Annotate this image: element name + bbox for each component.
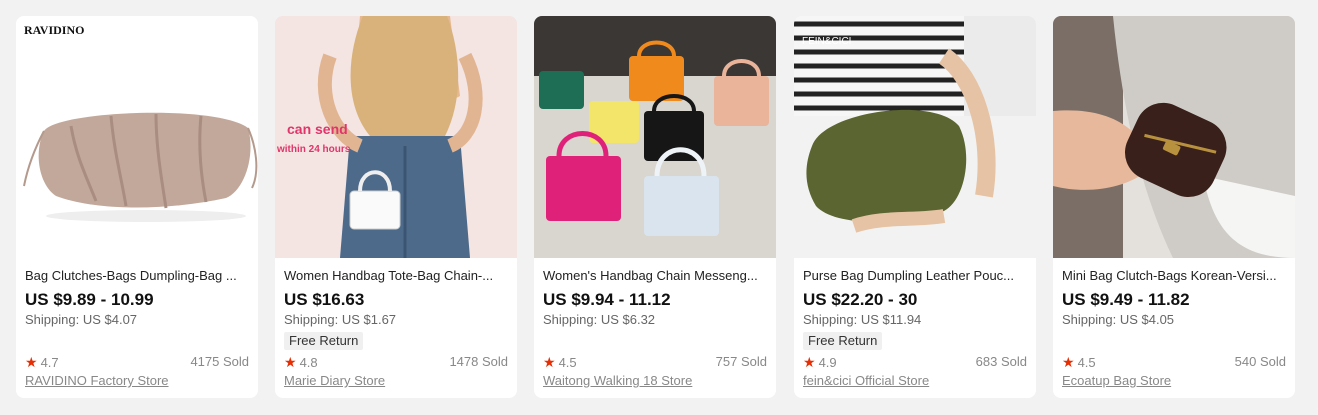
star-icon: ★ — [803, 354, 816, 370]
product-card[interactable]: can send within 24 hours Women Handbag T… — [275, 16, 517, 398]
product-title[interactable]: Purse Bag Dumpling Leather Pouc... — [803, 268, 1027, 284]
product-image[interactable] — [1053, 16, 1295, 258]
free-return-badge: Free Return — [803, 332, 883, 350]
star-icon: ★ — [1062, 354, 1075, 370]
product-image[interactable] — [534, 16, 776, 258]
product-price: US $9.49 - 11.82 — [1062, 290, 1190, 309]
product-price: US $9.89 - 10.99 — [25, 290, 154, 309]
product-card[interactable]: Women's Handbag Chain Messeng... US $9.9… — [534, 16, 776, 398]
free-return-badge: Free Return — [284, 332, 364, 350]
product-rating: ★ 4.5 — [1062, 354, 1096, 371]
shipping-cost: Shipping: US $4.05 — [1062, 312, 1175, 327]
product-rating: ★ 4.7 — [25, 354, 59, 371]
product-title[interactable]: Mini Bag Clutch-Bags Korean-Versi... — [1062, 268, 1286, 284]
product-image[interactable]: FEIN&CICI — [794, 16, 1036, 258]
beige-clutch-bag-photo: RAVIDINO — [16, 16, 258, 258]
product-image[interactable]: can send within 24 hours — [275, 16, 517, 258]
shipping-cost: Shipping: US $6.32 — [543, 312, 656, 327]
product-price: US $16.63 — [284, 290, 365, 309]
store-link[interactable]: Ecoatup Bag Store — [1062, 373, 1171, 389]
product-price: US $22.20 - 30 — [803, 290, 918, 309]
sold-count: 757 Sold — [715, 354, 767, 369]
sold-count: 540 Sold — [1234, 354, 1286, 369]
sold-count: 683 Sold — [975, 354, 1027, 369]
product-title[interactable]: Women's Handbag Chain Messeng... — [543, 268, 767, 284]
rating-value: 4.8 — [299, 355, 318, 370]
shipping-cost: Shipping: US $11.94 — [803, 312, 922, 327]
product-title[interactable]: Women Handbag Tote-Bag Chain-... — [284, 268, 508, 284]
mini-wrist-bag-photo — [1053, 16, 1295, 258]
product-rating: ★ 4.5 — [543, 354, 577, 371]
product-grid: RAVIDINO Bag Clutches-Bags Dumpling-Bag … — [0, 0, 1318, 415]
overlay-text: within 24 hours — [276, 144, 351, 155]
store-link[interactable]: Marie Diary Store — [284, 373, 385, 389]
star-icon: ★ — [284, 354, 297, 370]
store-link[interactable]: fein&cici Official Store — [803, 373, 929, 389]
rating-value: 4.5 — [558, 355, 577, 370]
sold-count: 1478 Sold — [449, 354, 508, 369]
product-rating: ★ 4.8 — [284, 354, 318, 371]
shipping-cost: Shipping: US $4.07 — [25, 312, 138, 327]
rating-value: 4.5 — [1077, 355, 1096, 370]
product-image[interactable]: RAVIDINO — [16, 16, 258, 258]
product-card[interactable]: FEIN&CICI Purse Bag Dumpling Leather Pou… — [794, 16, 1036, 398]
product-card[interactable]: Mini Bag Clutch-Bags Korean-Versi... US … — [1053, 16, 1295, 398]
rating-value: 4.7 — [40, 355, 59, 370]
product-rating: ★ 4.9 — [803, 354, 837, 371]
product-price: US $9.94 - 11.12 — [543, 290, 671, 309]
colorful-handbags-photo — [534, 16, 776, 258]
sold-count: 4175 Sold — [190, 354, 249, 369]
green-pouch-bag-photo: FEIN&CICI — [794, 16, 1036, 258]
store-link[interactable]: RAVIDINO Factory Store — [25, 373, 169, 389]
store-link[interactable]: Waitong Walking 18 Store — [543, 373, 692, 389]
brand-logo: RAVIDINO — [24, 23, 84, 37]
product-card[interactable]: RAVIDINO Bag Clutches-Bags Dumpling-Bag … — [16, 16, 258, 398]
model-with-handbag-photo: can send within 24 hours — [275, 16, 517, 258]
shipping-cost: Shipping: US $1.67 — [284, 312, 397, 327]
watermark: FEIN&CICI — [802, 36, 851, 47]
overlay-text: can send — [287, 121, 348, 137]
rating-value: 4.9 — [818, 355, 837, 370]
star-icon: ★ — [543, 354, 556, 370]
product-title[interactable]: Bag Clutches-Bags Dumpling-Bag ... — [25, 268, 249, 284]
star-icon: ★ — [25, 354, 38, 370]
